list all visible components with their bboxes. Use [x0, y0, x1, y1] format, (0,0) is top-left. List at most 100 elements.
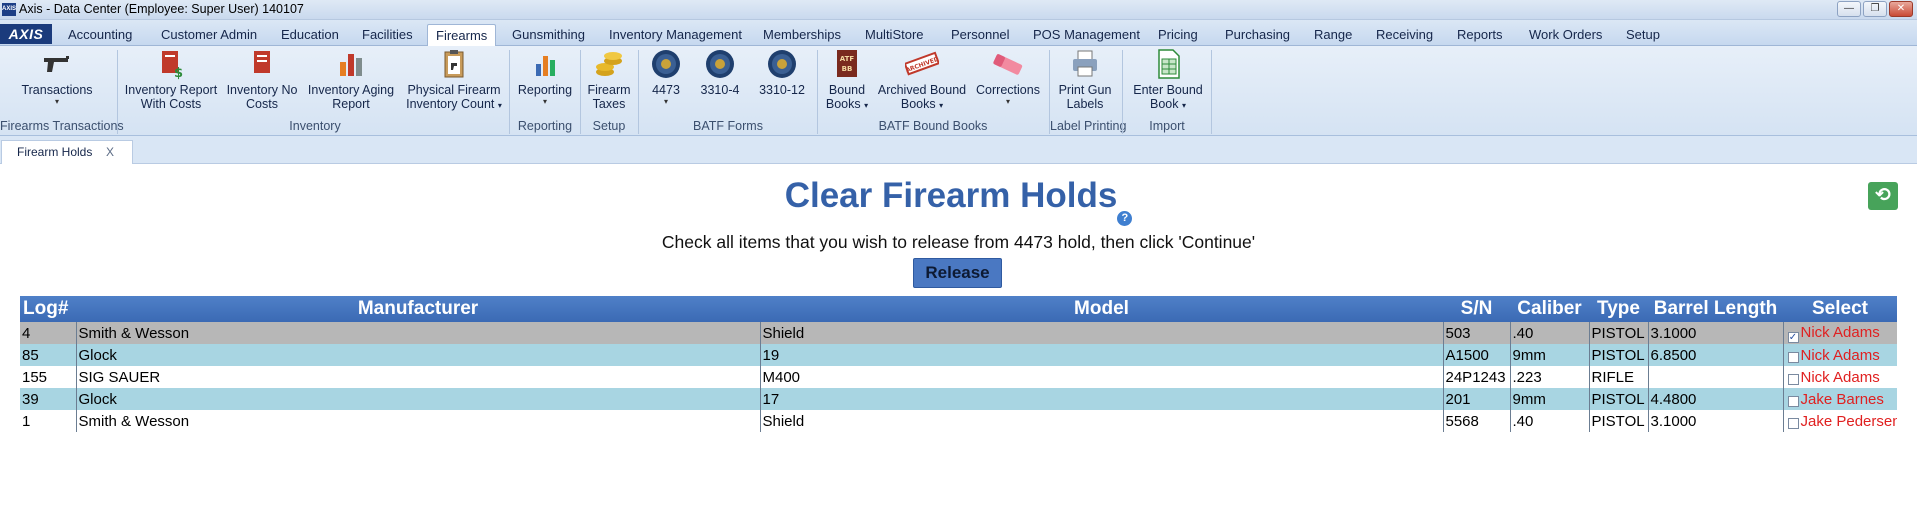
cell-log: 4: [20, 322, 77, 344]
instructions-text: Check all items that you wish to release…: [661, 232, 1256, 252]
refresh-button[interactable]: ⟲: [1868, 182, 1898, 210]
inventory-report-with-costs-button[interactable]: $ Inventory Report With Costs: [121, 48, 221, 111]
menu-tab-pricing[interactable]: Pricing: [1150, 24, 1206, 46]
menu-tab-accounting[interactable]: Accounting: [60, 24, 140, 46]
menu-tab-personnel[interactable]: Personnel: [943, 24, 1018, 46]
cell-barrel-length: [1648, 366, 1784, 388]
select-checkbox[interactable]: [1787, 351, 1799, 363]
cell-select: ✓ Nick Adams: [1783, 322, 1897, 344]
menu-tab-gunsmithing[interactable]: Gunsmithing: [504, 24, 593, 46]
page-title: Clear Firearm Holds?: [0, 176, 1917, 226]
column-header-model[interactable]: Model: [760, 296, 1443, 322]
table-row[interactable]: 85 Glock 19 A1500 9mm PISTOL 6.8500 Nick…: [20, 344, 1897, 366]
column-header-type[interactable]: Type: [1589, 296, 1648, 322]
menu-tab-reports[interactable]: Reports: [1449, 24, 1511, 46]
tab-label: Firearm Holds: [17, 145, 93, 159]
group-label-label-printing: Label Printing: [1050, 119, 1127, 133]
archived-bound-books-button[interactable]: ARCHIVED Archived Bound Books ▾: [876, 48, 968, 113]
cell-caliber: .40: [1510, 322, 1590, 344]
inventory-aging-report-button[interactable]: Inventory Aging Report: [304, 48, 398, 111]
tab-close-icon[interactable]: X: [106, 141, 114, 163]
transactions-button[interactable]: Transactions ▾: [18, 48, 96, 106]
menu-tab-firearms[interactable]: Firearms: [427, 24, 497, 46]
cell-barrel-length: 6.8500: [1648, 344, 1784, 366]
table-row[interactable]: 1 Smith & Wesson Shield 5568 .40 PISTOL …: [20, 410, 1897, 432]
seal-icon: [652, 50, 680, 78]
cell-manufacturer: Glock: [76, 388, 761, 410]
minimize-button[interactable]: —: [1837, 1, 1861, 17]
menu-tab-receiving[interactable]: Receiving: [1368, 24, 1441, 46]
select-checkbox[interactable]: [1787, 417, 1799, 429]
select-checkbox[interactable]: [1787, 373, 1799, 385]
table-row[interactable]: 39 Glock 17 201 9mm PISTOL 4.4800 Jake B…: [20, 388, 1897, 410]
column-header-select[interactable]: Select: [1783, 296, 1897, 322]
tab-firearm-holds[interactable]: Firearm Holds X: [1, 140, 133, 164]
clipboard-icon: [444, 50, 464, 78]
menu-tab-range[interactable]: Range: [1306, 24, 1360, 46]
bar-chart-icon: [536, 56, 555, 76]
cell-model: Shield: [760, 322, 1444, 344]
maximize-button[interactable]: ❐: [1863, 1, 1887, 17]
column-header-sn[interactable]: S/N: [1443, 296, 1510, 322]
window-title-bar: AXIS Axis - Data Center (Employee: Super…: [0, 0, 1917, 20]
aging-report-icon: [340, 54, 362, 76]
menu-tab-setup[interactable]: Setup: [1618, 24, 1668, 46]
cell-model: M400: [760, 366, 1444, 388]
form-3310-4-button[interactable]: 3310-4: [696, 48, 744, 97]
enter-bound-book-button[interactable]: Enter Bound Book ▾: [1128, 48, 1208, 113]
cell-log: 39: [20, 388, 77, 410]
reporting-button[interactable]: Reporting ▾: [513, 48, 577, 106]
inventory-no-costs-button[interactable]: Inventory No Costs: [222, 48, 302, 111]
menu-tab-customer-admin[interactable]: Customer Admin: [153, 24, 265, 46]
menu-tab-inventory-management[interactable]: Inventory Management: [601, 24, 750, 46]
close-button[interactable]: ✕: [1889, 1, 1913, 17]
group-separator: [638, 50, 639, 134]
archived-stamp-icon: ARCHIVED: [905, 51, 939, 76]
bound-books-button[interactable]: ATF BB Bound Books ▾: [822, 48, 872, 113]
menu-tab-education[interactable]: Education: [273, 24, 347, 46]
employee-name: Nick Adams: [1800, 368, 1880, 386]
corrections-button[interactable]: Corrections ▾: [973, 48, 1043, 106]
cost-report-icon: $: [162, 51, 183, 80]
release-button[interactable]: Release: [913, 258, 1002, 288]
menu-tab-multistore[interactable]: MultiStore: [857, 24, 932, 46]
help-icon[interactable]: ?: [1117, 211, 1133, 226]
spreadsheet-icon: [1158, 49, 1180, 79]
group-label-setup: Setup: [592, 119, 626, 133]
cell-sn: 5568: [1443, 410, 1511, 432]
table-row[interactable]: 4 Smith & Wesson Shield 503 .40 PISTOL 3…: [20, 322, 1897, 344]
cell-type: RIFLE: [1589, 366, 1649, 388]
select-checkbox[interactable]: [1787, 395, 1799, 407]
cell-manufacturer: Glock: [76, 344, 761, 366]
employee-name: Jake Pedersen: [1800, 412, 1898, 430]
cell-type: PISTOL: [1589, 322, 1649, 344]
svg-text:ATF: ATF: [840, 55, 855, 63]
select-checkbox[interactable]: ✓: [1787, 331, 1799, 343]
dropdown-arrow-icon: ▾: [1181, 101, 1186, 110]
seal-icon: [706, 50, 734, 78]
menu-tab-work-orders[interactable]: Work Orders: [1521, 24, 1610, 46]
group-label-reporting: Reporting: [517, 119, 573, 133]
table-header-row: Log# Manufacturer Model S/N Caliber Type…: [20, 296, 1897, 322]
window-title: Axis - Data Center (Employee: Super User…: [19, 2, 304, 16]
column-header-barrel-length[interactable]: Barrel Length: [1648, 296, 1783, 322]
form-4473-button[interactable]: 4473 ▾: [645, 48, 687, 106]
menu-tab-pos-management[interactable]: POS Management: [1025, 24, 1148, 46]
table-row[interactable]: 155 SIG SAUER M400 24P1243 .223 RIFLE Ni…: [20, 366, 1897, 388]
form-3310-12-button[interactable]: 3310-12: [756, 48, 808, 97]
firearm-taxes-button[interactable]: Firearm Taxes: [584, 48, 634, 111]
physical-firearm-inventory-count-button[interactable]: Physical Firearm Inventory Count ▾: [402, 48, 506, 113]
menu-tab-memberships[interactable]: Memberships: [755, 24, 849, 46]
menu-tab-purchasing[interactable]: Purchasing: [1217, 24, 1298, 46]
cell-type: PISTOL: [1589, 410, 1649, 432]
column-header-caliber[interactable]: Caliber: [1510, 296, 1589, 322]
menu-tab-facilities[interactable]: Facilities: [354, 24, 421, 46]
axis-logo[interactable]: AXIS: [0, 24, 52, 44]
printer-icon: [1073, 50, 1097, 77]
cell-model: 19: [760, 344, 1444, 366]
print-gun-labels-button[interactable]: Print Gun Labels: [1054, 48, 1116, 111]
column-header-log[interactable]: Log#: [20, 296, 76, 322]
cell-log: 85: [20, 344, 77, 366]
column-header-manufacturer[interactable]: Manufacturer: [76, 296, 760, 322]
cell-select: Jake Barnes: [1783, 388, 1897, 410]
